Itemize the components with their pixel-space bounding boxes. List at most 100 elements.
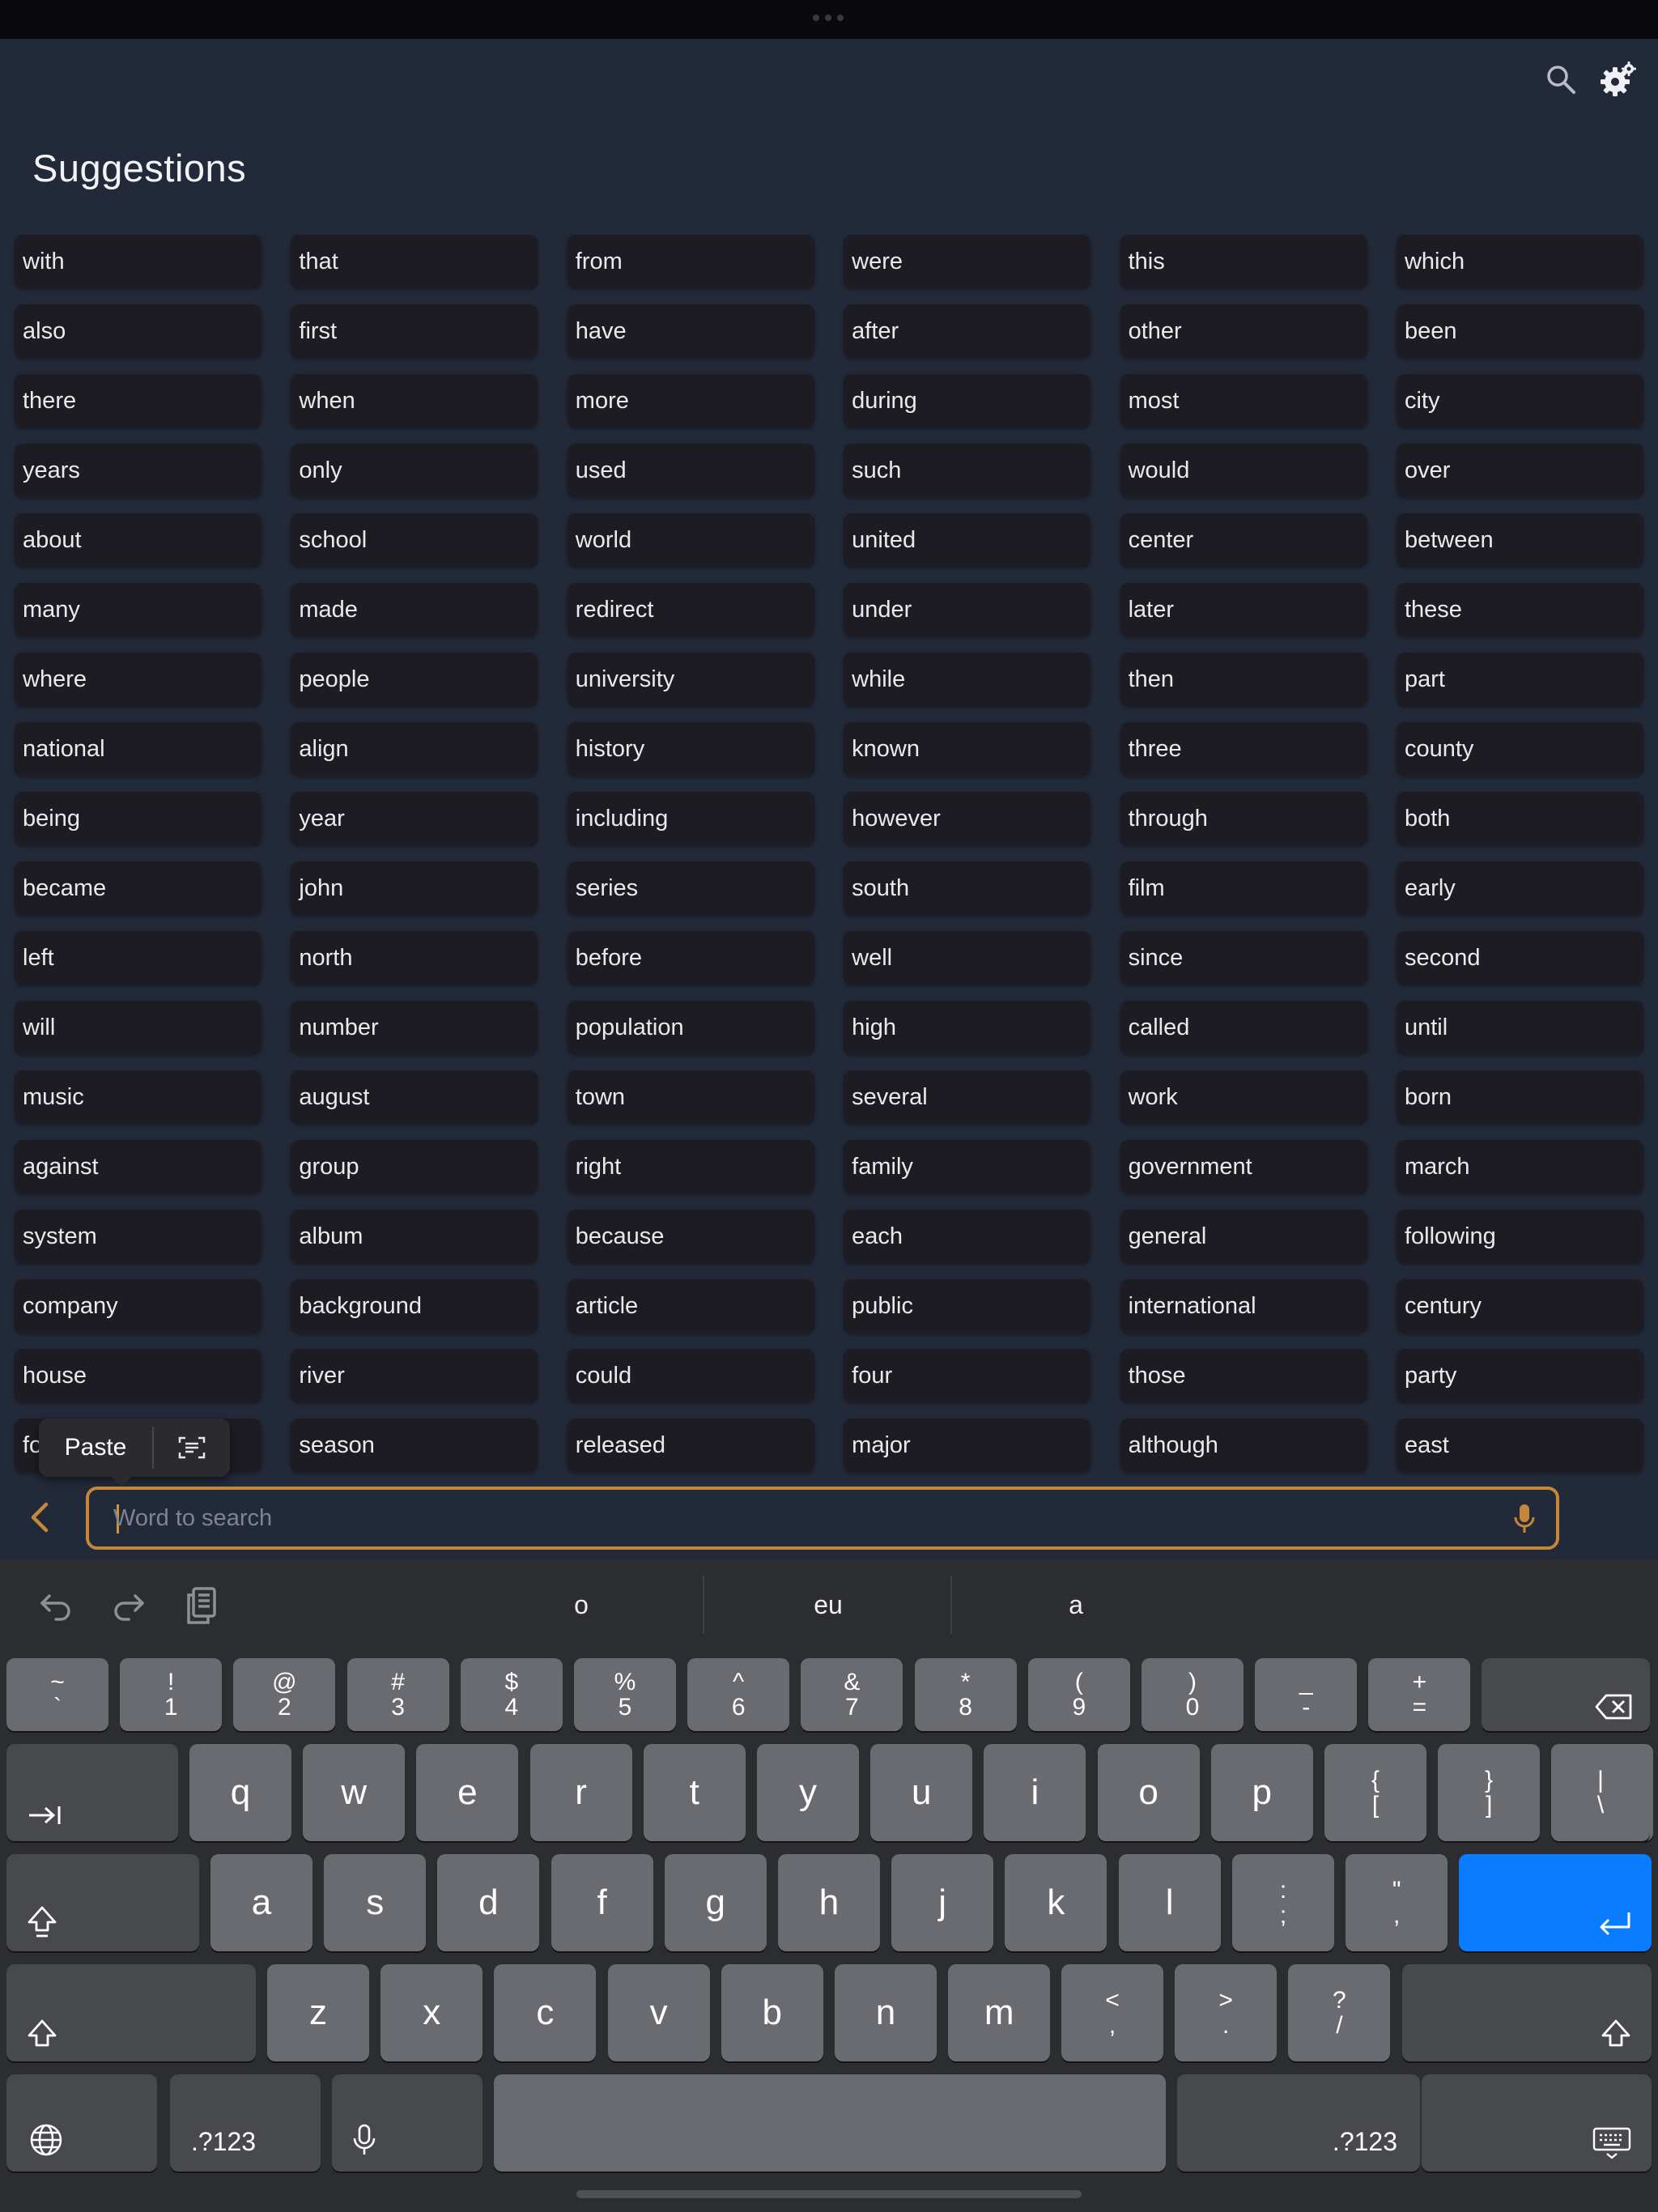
- key-i[interactable]: i: [984, 1744, 1086, 1841]
- key-symbol[interactable]: >.: [1175, 1964, 1278, 2061]
- key-symbol[interactable]: <,: [1061, 1964, 1163, 2061]
- word-chip[interactable]: town: [567, 1070, 814, 1124]
- word-chip[interactable]: east: [1396, 1419, 1643, 1472]
- word-chip[interactable]: music: [15, 1070, 261, 1124]
- key-z[interactable]: z: [267, 1964, 369, 2061]
- word-chip[interactable]: general: [1120, 1210, 1367, 1263]
- word-chip[interactable]: family: [844, 1140, 1091, 1193]
- word-chip[interactable]: united: [844, 513, 1091, 567]
- word-chip[interactable]: will: [15, 1001, 261, 1054]
- word-chip[interactable]: have: [567, 304, 814, 358]
- settings-gear-icon[interactable]: [1596, 58, 1639, 100]
- word-chip[interactable]: used: [567, 444, 814, 497]
- key-symbol[interactable]: :;: [1232, 1854, 1334, 1951]
- return-key[interactable]: [1459, 1854, 1652, 1951]
- word-chip[interactable]: these: [1396, 583, 1643, 636]
- keyboard-suggestion-1[interactable]: o: [460, 1559, 703, 1650]
- key-y[interactable]: y: [757, 1744, 859, 1841]
- word-chip[interactable]: river: [291, 1349, 538, 1402]
- word-chip[interactable]: film: [1120, 861, 1367, 915]
- word-chip[interactable]: series: [567, 861, 814, 915]
- word-chip[interactable]: over: [1396, 444, 1643, 497]
- word-chip[interactable]: each: [844, 1210, 1091, 1263]
- key-p[interactable]: p: [1210, 1744, 1313, 1841]
- word-chip[interactable]: such: [844, 444, 1091, 497]
- word-chip[interactable]: many: [15, 583, 261, 636]
- key-l[interactable]: l: [1118, 1854, 1221, 1951]
- key-num[interactable]: $4: [460, 1658, 563, 1731]
- word-chip[interactable]: known: [844, 722, 1091, 776]
- word-chip[interactable]: then: [1120, 653, 1367, 706]
- word-chip[interactable]: during: [844, 374, 1091, 428]
- word-chip[interactable]: house: [15, 1349, 261, 1402]
- dictation-key[interactable]: [332, 2074, 483, 2172]
- key-symbol[interactable]: ? /: [1288, 1964, 1391, 2061]
- key-t[interactable]: t: [643, 1744, 746, 1841]
- word-chip[interactable]: city: [1396, 374, 1643, 428]
- word-chip[interactable]: season: [291, 1419, 538, 1472]
- search-field[interactable]: [86, 1487, 1559, 1550]
- word-chip[interactable]: been: [1396, 304, 1643, 358]
- word-chip[interactable]: system: [15, 1210, 261, 1263]
- word-chip[interactable]: align: [291, 722, 538, 776]
- caps-lock-key[interactable]: [6, 1854, 199, 1951]
- key-num[interactable]: ) 0: [1141, 1658, 1244, 1731]
- word-chip[interactable]: national: [15, 722, 261, 776]
- word-chip[interactable]: other: [1120, 304, 1367, 358]
- paste-button[interactable]: Paste: [39, 1434, 152, 1461]
- key-h[interactable]: h: [778, 1854, 880, 1951]
- multitasking-dots[interactable]: [813, 15, 845, 23]
- word-chip[interactable]: also: [15, 304, 261, 358]
- key-g[interactable]: g: [664, 1854, 767, 1951]
- word-chip[interactable]: when: [291, 374, 538, 428]
- key-pipe[interactable]: | \: [1551, 1744, 1650, 1841]
- word-chip[interactable]: left: [15, 931, 261, 985]
- search-input[interactable]: [113, 1490, 1490, 1546]
- word-chip[interactable]: would: [1120, 444, 1367, 497]
- word-chip[interactable]: born: [1396, 1070, 1643, 1124]
- word-chip[interactable]: population: [567, 1001, 814, 1054]
- word-chip[interactable]: called: [1120, 1001, 1367, 1054]
- word-chip[interactable]: later: [1120, 583, 1367, 636]
- word-chip[interactable]: early: [1396, 861, 1643, 915]
- keyboard-suggestion-2[interactable]: eu: [706, 1559, 950, 1650]
- numbers-key-left[interactable]: .?123: [170, 2074, 321, 2172]
- word-chip[interactable]: only: [291, 444, 538, 497]
- word-chip[interactable]: several: [844, 1070, 1091, 1124]
- word-chip[interactable]: high: [844, 1001, 1091, 1054]
- key-e[interactable]: e: [416, 1744, 519, 1841]
- back-chevron-icon[interactable]: [21, 1499, 57, 1535]
- word-chip[interactable]: major: [844, 1419, 1091, 1472]
- word-chip[interactable]: since: [1120, 931, 1367, 985]
- word-chip[interactable]: between: [1396, 513, 1643, 567]
- word-chip[interactable]: four: [844, 1349, 1091, 1402]
- word-chip[interactable]: being: [15, 792, 261, 845]
- word-chip[interactable]: work: [1120, 1070, 1367, 1124]
- backspace-key[interactable]: [1482, 1658, 1650, 1731]
- key-r[interactable]: r: [529, 1744, 632, 1841]
- word-chip[interactable]: north: [291, 931, 538, 985]
- key-num[interactable]: (9: [1027, 1658, 1130, 1731]
- word-chip[interactable]: against: [15, 1140, 261, 1193]
- word-chip[interactable]: before: [567, 931, 814, 985]
- key-u[interactable]: u: [870, 1744, 973, 1841]
- word-chip[interactable]: world: [567, 513, 814, 567]
- key-s[interactable]: s: [324, 1854, 427, 1951]
- word-chip[interactable]: this: [1120, 235, 1367, 288]
- word-chip[interactable]: where: [15, 653, 261, 706]
- word-chip[interactable]: including: [567, 792, 814, 845]
- key-num[interactable]: % 5: [574, 1658, 676, 1731]
- word-chip[interactable]: however: [844, 792, 1091, 845]
- word-chip[interactable]: south: [844, 861, 1091, 915]
- word-chip[interactable]: album: [291, 1210, 538, 1263]
- key-c[interactable]: c: [494, 1964, 597, 2061]
- word-chip[interactable]: because: [567, 1210, 814, 1263]
- key-m[interactable]: m: [948, 1964, 1051, 2061]
- word-chip[interactable]: more: [567, 374, 814, 428]
- word-chip[interactable]: center: [1120, 513, 1367, 567]
- word-chip[interactable]: first: [291, 304, 538, 358]
- word-chip[interactable]: through: [1120, 792, 1367, 845]
- word-chip[interactable]: number: [291, 1001, 538, 1054]
- word-chip[interactable]: school: [291, 513, 538, 567]
- word-chip[interactable]: university: [567, 653, 814, 706]
